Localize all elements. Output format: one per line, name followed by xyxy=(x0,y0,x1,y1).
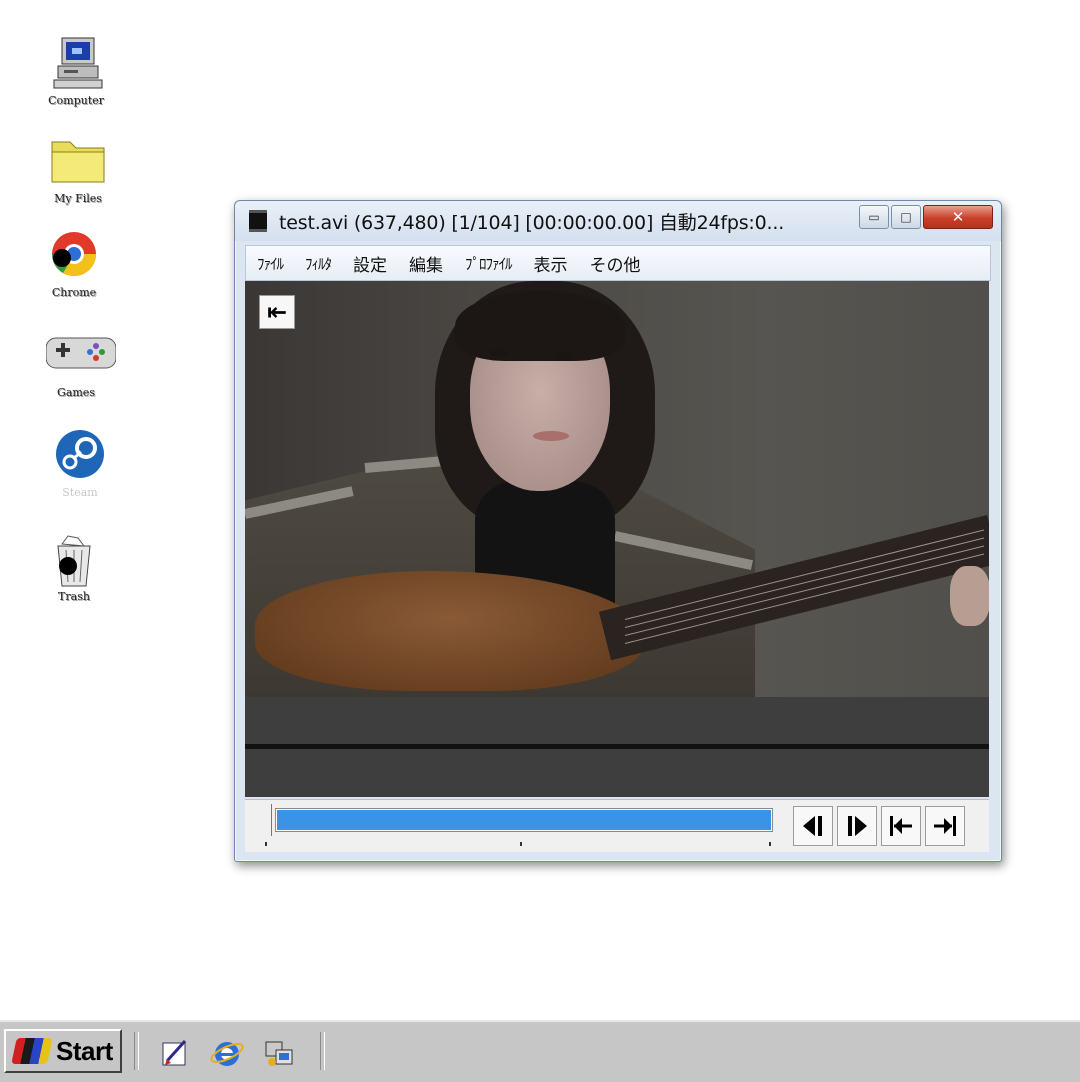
start-button[interactable]: Start xyxy=(4,1029,122,1073)
menu-filter[interactable]: ﾌｨﾙﾀ xyxy=(294,253,342,274)
taskbar-separator xyxy=(134,1032,139,1070)
timeline-line xyxy=(245,744,989,749)
start-label: Start xyxy=(56,1035,113,1066)
desktop-icon-games[interactable]: Games xyxy=(36,328,117,399)
trash-icon xyxy=(44,532,104,588)
slider-tick xyxy=(769,842,771,846)
first-frame-icon xyxy=(890,816,912,836)
minimize-icon: ▭ xyxy=(868,210,880,224)
menu-edit[interactable]: 編集 xyxy=(398,251,454,276)
quick-launch-browser[interactable] xyxy=(210,1036,244,1070)
minimize-button[interactable]: ▭ xyxy=(859,205,889,229)
title-bar[interactable]: test.avi (637,480) [1/104] [00:00:00.00]… xyxy=(235,201,1001,241)
desktop-icon-trash[interactable]: Trash xyxy=(34,532,114,603)
desktop-icon-my-files[interactable]: My Files xyxy=(38,134,118,205)
desktop-icon-label: Trash xyxy=(58,590,90,603)
quick-launch-network[interactable] xyxy=(262,1036,296,1070)
desktop-icon-label: Games xyxy=(57,386,95,399)
close-icon: ✕ xyxy=(951,208,965,226)
chrome-icon xyxy=(44,228,104,284)
desktop-icon-label: Steam xyxy=(62,486,98,499)
seek-to-start-icon[interactable]: ⇤ xyxy=(259,295,295,329)
desktop-icon-chrome[interactable]: Chrome xyxy=(34,228,114,299)
maximize-button[interactable]: □ xyxy=(891,205,921,229)
next-frame-icon xyxy=(848,816,867,836)
edit-document-icon xyxy=(162,1039,187,1066)
next-frame-button[interactable] xyxy=(837,806,877,846)
last-frame-button[interactable] xyxy=(925,806,965,846)
prev-frame-button[interactable] xyxy=(793,806,833,846)
slider-tick xyxy=(520,842,522,846)
desktop-icon-computer[interactable]: Computer xyxy=(36,36,116,107)
quick-launch-edit[interactable] xyxy=(158,1036,192,1070)
desktop-icon-label: My Files xyxy=(54,192,102,205)
maximize-icon: □ xyxy=(900,210,912,224)
first-frame-button[interactable] xyxy=(881,806,921,846)
seek-slider-fill xyxy=(277,810,771,830)
slider-tick xyxy=(265,842,267,846)
last-frame-icon xyxy=(934,816,956,836)
close-button[interactable]: ✕ xyxy=(923,205,993,229)
frame-nav-buttons xyxy=(793,806,965,846)
menu-profile[interactable]: ﾌﾟﾛﾌｧｲﾙ xyxy=(454,253,523,274)
seek-slider[interactable] xyxy=(275,808,773,832)
desktop-icon-label: Computer xyxy=(48,94,104,107)
windows-logo-icon xyxy=(11,1038,53,1064)
internet-explorer-icon xyxy=(210,1042,244,1066)
video-player-window: test.avi (637,480) [1/104] [00:00:00.00]… xyxy=(234,200,1002,862)
taskbar: Start xyxy=(0,1020,1080,1082)
computer-icon xyxy=(46,36,106,92)
desktop-icon-steam[interactable]: Steam xyxy=(40,428,120,499)
caption-buttons: ▭ □ ✕ xyxy=(859,205,993,229)
desktop-icon-label: Chrome xyxy=(51,286,97,299)
gamepad-icon xyxy=(45,328,117,384)
menu-settings[interactable]: 設定 xyxy=(342,251,398,276)
steam-icon xyxy=(50,428,110,484)
waveform-strip xyxy=(245,697,989,797)
film-strip-icon xyxy=(249,210,267,232)
video-frame-image xyxy=(245,281,989,697)
menu-view[interactable]: 表示 xyxy=(523,251,579,276)
window-title: test.avi (637,480) [1/104] [00:00:00.00]… xyxy=(279,211,785,234)
menu-other[interactable]: その他 xyxy=(579,251,652,276)
menu-bar: ﾌｧｲﾙ ﾌｨﾙﾀ 設定 編集 ﾌﾟﾛﾌｧｲﾙ 表示 その他 xyxy=(245,245,991,281)
menu-file[interactable]: ﾌｧｲﾙ xyxy=(246,253,294,274)
playback-controls xyxy=(245,799,989,852)
video-preview: ⇤ xyxy=(245,281,989,697)
network-share-icon xyxy=(265,1041,293,1066)
prev-frame-icon xyxy=(803,816,822,836)
folder-icon xyxy=(48,134,108,190)
taskbar-separator xyxy=(320,1032,325,1070)
